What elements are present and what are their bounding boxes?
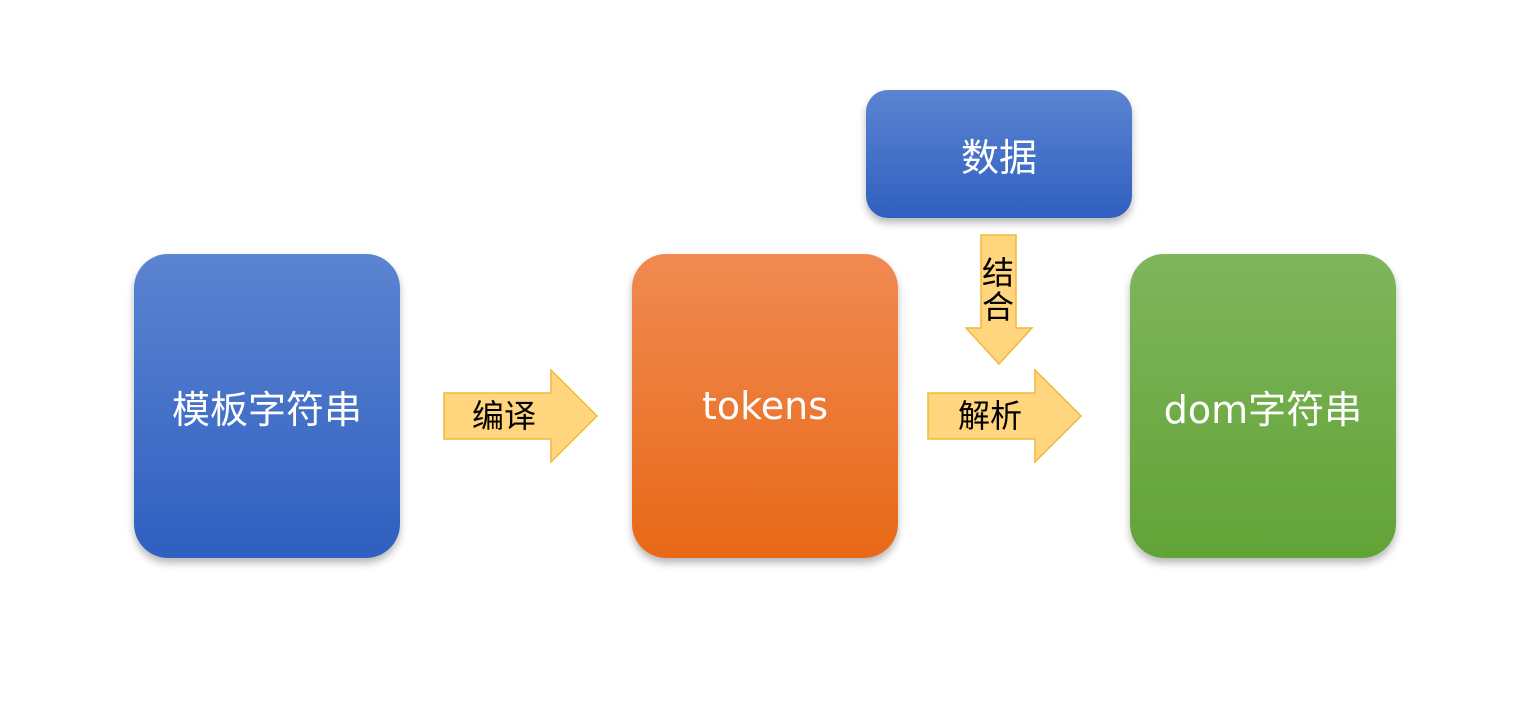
data-node: 数据	[866, 90, 1132, 218]
tokens-node: tokens	[632, 254, 898, 558]
template-string-node: 模板字符串	[134, 254, 400, 558]
data-label: 数据	[960, 135, 1037, 180]
dom-string-label: dom字符串	[1163, 387, 1363, 432]
combine-label: 结合	[981, 254, 1014, 326]
compile-label: 编译	[472, 397, 537, 435]
parse-label: 解析	[958, 397, 1023, 435]
dom-string-node: dom字符串	[1130, 254, 1396, 558]
tokens-label: tokens	[701, 384, 829, 428]
template-string-label: 模板字符串	[171, 387, 362, 432]
